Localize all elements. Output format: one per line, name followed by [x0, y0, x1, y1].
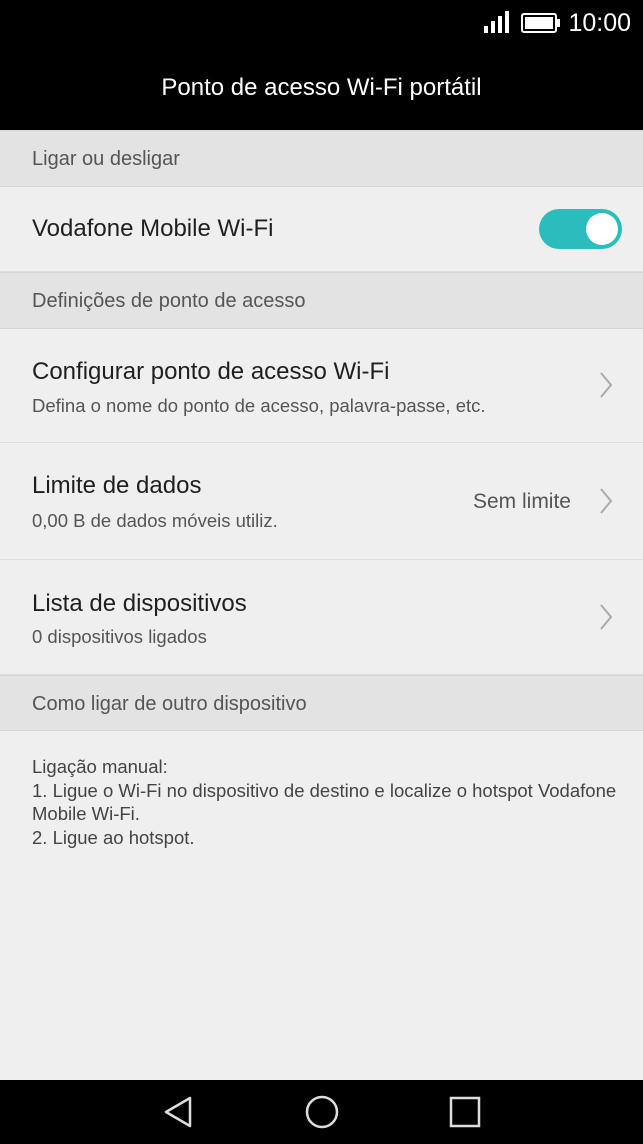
status-time: 10:00: [568, 9, 631, 37]
device-list-title: Lista de dispositivos: [32, 590, 247, 617]
app-bar: Ponto de acesso Wi-Fi portátil: [0, 46, 643, 130]
navigation-bar: [0, 1080, 643, 1144]
connection-instructions: Ligação manual: 1. Ligue o Wi-Fi no disp…: [32, 756, 617, 848]
chevron-right-icon: [600, 604, 613, 630]
page-title: Ponto de acesso Wi-Fi portátil: [161, 74, 482, 101]
section-header-power: Ligar ou desligar: [0, 130, 643, 187]
section-header-label: Ligar ou desligar: [32, 148, 180, 170]
recents-icon[interactable]: [447, 1094, 483, 1130]
data-limit-title: Limite de dados: [32, 472, 202, 499]
chevron-right-icon: [600, 372, 613, 398]
toggle-knob: [586, 213, 618, 245]
configure-hotspot-title: Configurar ponto de acesso Wi-Fi: [32, 358, 390, 385]
data-limit-item[interactable]: Limite de dados 0,00 B de dados móveis u…: [0, 443, 643, 560]
battery-icon: [521, 13, 560, 33]
section-header-label: Como ligar de outro dispositivo: [32, 693, 307, 715]
hotspot-toggle-switch[interactable]: [539, 209, 622, 249]
configure-hotspot-item[interactable]: Configurar ponto de acesso Wi-Fi Defina …: [0, 329, 643, 443]
section-header-connect: Como ligar de outro dispositivo: [0, 675, 643, 731]
device-list-item[interactable]: Lista de dispositivos 0 dispositivos lig…: [0, 560, 643, 675]
device-list-subtitle: 0 dispositivos ligados: [32, 626, 207, 647]
configure-hotspot-subtitle: Defina o nome do ponto de acesso, palavr…: [32, 395, 486, 416]
section-header-settings: Definições de ponto de acesso: [0, 272, 643, 329]
status-bar: 10:00: [0, 0, 643, 46]
back-icon[interactable]: [160, 1094, 196, 1130]
home-icon[interactable]: [304, 1094, 340, 1130]
section-header-label: Definições de ponto de acesso: [32, 290, 306, 312]
signal-icon: [484, 11, 509, 33]
data-limit-value: Sem limite: [472, 490, 571, 513]
hotspot-toggle-label: Vodafone Mobile Wi-Fi: [32, 215, 274, 242]
chevron-right-icon: [600, 488, 613, 514]
data-limit-subtitle: 0,00 B de dados móveis utiliz.: [32, 510, 278, 531]
